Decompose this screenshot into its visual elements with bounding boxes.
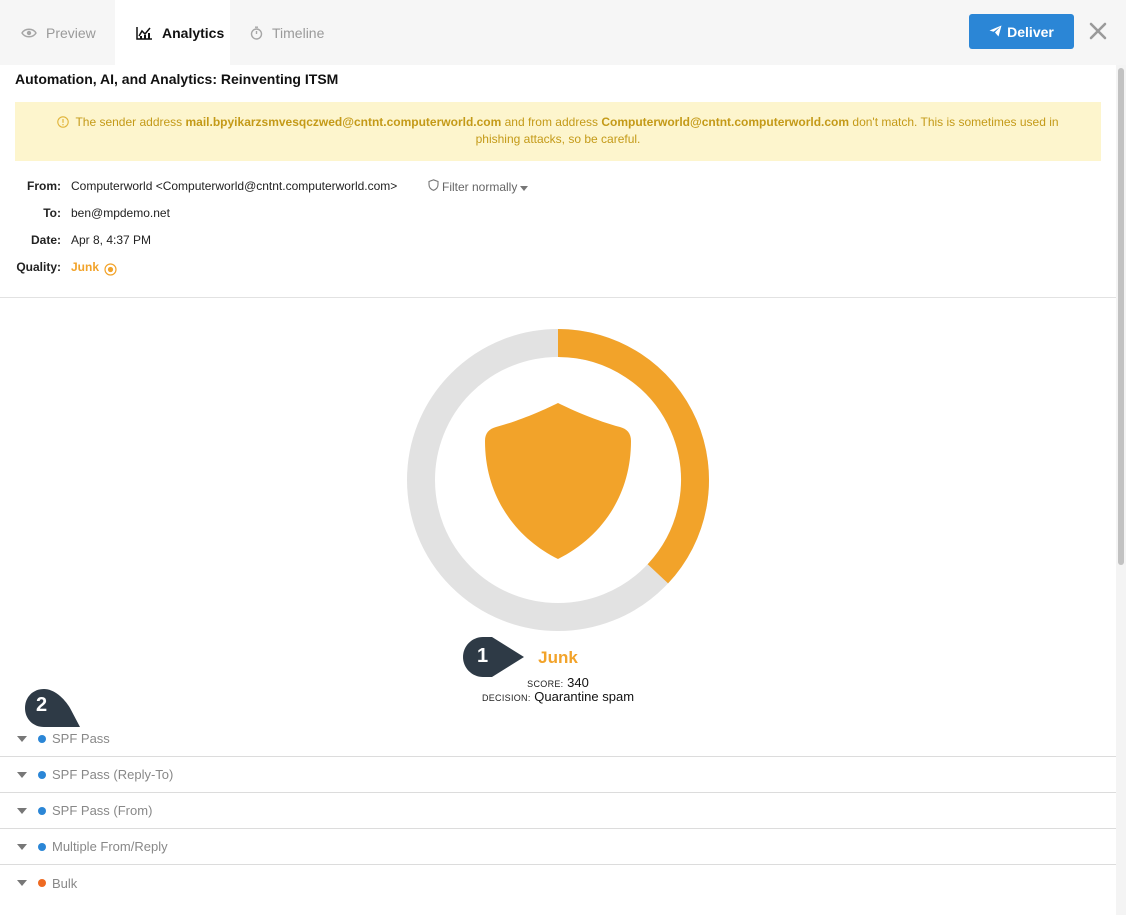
tab-analytics-label: Analytics <box>162 24 225 41</box>
status-dot-info <box>38 734 46 743</box>
rule-label: Bulk <box>52 875 78 891</box>
chevron-down-icon <box>17 735 27 742</box>
tab-preview[interactable]: Preview <box>0 0 115 65</box>
score-value: 340 <box>567 675 589 690</box>
analytics-chart-icon <box>136 26 153 40</box>
quality-row: Quality: Junk <box>0 260 700 278</box>
scrollbar-thumb[interactable] <box>1118 68 1124 565</box>
verdict-label: Junk <box>538 648 578 667</box>
quality-value: Junk <box>71 260 100 274</box>
quality-target-icon <box>104 263 117 279</box>
status-dot-warning <box>38 879 46 887</box>
junk-score-gauge <box>407 329 709 631</box>
rule-label: SPF Pass (From) <box>52 803 153 818</box>
rule-row[interactable]: Multiple From/Reply <box>0 829 1116 865</box>
chevron-down-icon <box>17 771 27 778</box>
tab-timeline-label: Timeline <box>272 24 325 41</box>
section-divider <box>0 297 1116 298</box>
close-button[interactable] <box>1088 21 1108 41</box>
tab-timeline[interactable]: Timeline <box>230 0 345 65</box>
date-row: Date: Apr 8, 4:37 PM <box>0 233 700 251</box>
decision-value: Quarantine spam <box>534 689 635 704</box>
email-subject: Automation, AI, and Analytics: Reinventi… <box>15 71 339 87</box>
decision-line: DECISION: Quarantine spam <box>0 689 1116 704</box>
date-label: Date: <box>30 233 61 247</box>
from-value: Computerworld <Computerworld@cntnt.compu… <box>71 179 398 193</box>
rule-label: SPF Pass <box>52 731 110 746</box>
warning-icon <box>57 116 70 128</box>
scrollbar[interactable] <box>1116 65 1126 915</box>
chevron-down-icon <box>17 843 27 850</box>
from-label: From: <box>27 179 61 193</box>
rule-label: SPF Pass (Reply-To) <box>52 767 174 782</box>
shield-icon <box>485 403 631 559</box>
status-dot-info <box>38 842 46 851</box>
warning-sender-address: mail.bpyikarzsmvesqczwed@cntnt.computerw… <box>185 115 502 129</box>
analytics-panel: Automation, AI, and Analytics: Reinventi… <box>0 65 1116 915</box>
warning-from-address: Computerworld@cntnt.computerworld.com <box>601 115 850 129</box>
tab-preview-label: Preview <box>46 24 96 41</box>
chevron-down-icon <box>17 807 27 814</box>
score-label: SCORE: <box>527 679 564 689</box>
chevron-down-icon <box>17 880 27 886</box>
paper-plane-icon <box>989 24 1002 40</box>
callout-1-label: 1 <box>477 645 489 667</box>
rule-row[interactable]: Bulk <box>0 865 1116 901</box>
filter-label: Filter normally <box>442 179 518 194</box>
score-line: SCORE: 340 <box>0 675 1116 690</box>
warning-text-prefix: The sender address <box>75 115 186 129</box>
close-icon <box>1088 22 1108 45</box>
filter-dropdown[interactable]: Filter normally <box>428 179 529 194</box>
rule-row[interactable]: SPF Pass (Reply-To) <box>0 757 1116 793</box>
to-label: To: <box>43 206 61 220</box>
decision-label: DECISION: <box>481 693 531 703</box>
from-row: From: Computerworld <Computerworld@cntnt… <box>0 179 700 197</box>
rule-row[interactable]: SPF Pass (From) <box>0 793 1116 829</box>
top-toolbar: Preview Analytics Timeline Deliver <box>0 0 1126 65</box>
rule-row[interactable]: SPF Pass <box>0 721 1116 757</box>
deliver-button[interactable]: Deliver <box>969 14 1074 49</box>
stopwatch-icon <box>250 26 263 40</box>
deliver-button-label: Deliver <box>1007 23 1054 40</box>
status-dot-info <box>38 806 46 815</box>
warning-text-middle: and from address <box>501 115 602 129</box>
callout-2-label: 2 <box>36 694 48 716</box>
to-row: To: ben@mpdemo.net <box>0 206 700 224</box>
rule-label: Multiple From/Reply <box>52 839 168 854</box>
caret-down-icon <box>520 180 529 194</box>
sender-mismatch-warning: The sender address mail.bpyikarzsmvesqcz… <box>15 102 1101 161</box>
status-dot-info <box>38 770 46 779</box>
eye-icon <box>21 27 37 39</box>
tab-analytics[interactable]: Analytics <box>115 0 230 65</box>
shield-outline-icon <box>428 179 439 194</box>
date-value: Apr 8, 4:37 PM <box>71 233 152 247</box>
to-value: ben@mpdemo.net <box>71 206 170 220</box>
quality-label: Quality: <box>16 260 61 274</box>
